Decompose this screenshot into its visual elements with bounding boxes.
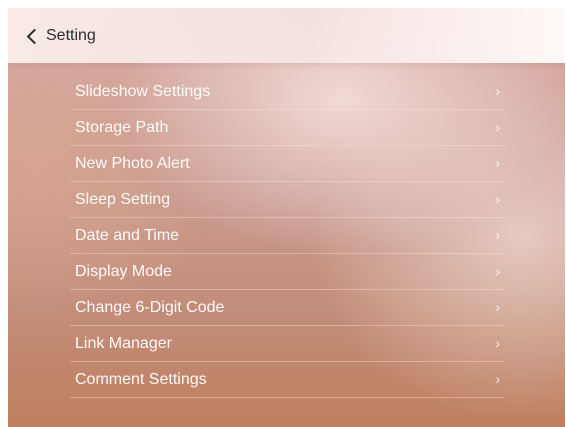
chevron-right-icon: › [495,371,500,387]
menu-item-date-and-time[interactable]: Date and Time › [70,218,504,254]
chevron-right-icon: › [495,119,500,135]
menu-item-new-photo-alert[interactable]: New Photo Alert › [70,146,504,182]
chevron-right-icon: › [495,155,500,171]
page-title: Setting [46,27,96,44]
menu-item-label: Date and Time [75,227,180,244]
settings-menu: Slideshow Settings › Storage Path › New … [70,74,504,398]
back-button[interactable]: Setting [25,25,96,47]
menu-item-slideshow-settings[interactable]: Slideshow Settings › [70,74,504,110]
chevron-left-icon [26,28,43,44]
menu-item-sleep-setting[interactable]: Sleep Setting › [70,182,504,218]
menu-item-label: Storage Path [75,119,169,136]
menu-item-label: Sleep Setting [75,191,171,208]
menu-item-label: New Photo Alert [75,155,190,172]
settings-screen: Setting Slideshow Settings › Storage Pat… [8,8,565,427]
menu-item-change-code[interactable]: Change 6-Digit Code › [70,290,504,326]
menu-item-label: Link Manager [75,335,172,352]
menu-item-comment-settings[interactable]: Comment Settings › [70,362,504,398]
menu-item-link-manager[interactable]: Link Manager › [70,326,504,362]
menu-item-label: Change 6-Digit Code [75,299,225,316]
chevron-right-icon: › [495,83,500,99]
menu-item-display-mode[interactable]: Display Mode › [70,254,504,290]
menu-item-label: Comment Settings [75,371,207,388]
chevron-right-icon: › [495,191,500,207]
chevron-right-icon: › [495,299,500,315]
menu-item-storage-path[interactable]: Storage Path › [70,110,504,146]
chevron-right-icon: › [495,227,500,243]
chevron-right-icon: › [495,335,500,351]
menu-item-label: Display Mode [75,263,172,280]
header-bar: Setting [8,8,565,63]
chevron-right-icon: › [495,263,500,279]
menu-item-label: Slideshow Settings [75,83,211,100]
